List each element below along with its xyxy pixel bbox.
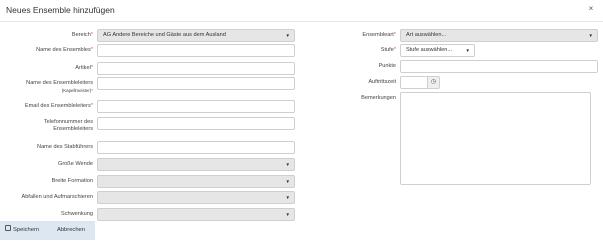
punkte-input[interactable] bbox=[400, 60, 598, 73]
stufe-select[interactable]: Stufe auswählen... ▼ bbox=[400, 44, 475, 57]
leader-name-input[interactable] bbox=[97, 77, 295, 90]
bereich-value: AG Andere Bereiche und Gäste aus dem Aus… bbox=[103, 32, 226, 38]
grosse-wende-select[interactable]: ▼ bbox=[97, 158, 295, 171]
schwenkung-label: Schwenkung bbox=[60, 211, 93, 217]
breite-formation-label: Breite Formation bbox=[51, 178, 93, 184]
cancel-button[interactable]: Abbrechen bbox=[47, 221, 95, 240]
chevron-down-icon: ▼ bbox=[285, 162, 290, 167]
bemerkungen-label: Bemerkungen bbox=[361, 95, 396, 101]
ensemble-name-label: Name des Ensembles* bbox=[36, 47, 93, 53]
leader-email-label: Email des Ensembleleiters* bbox=[24, 103, 93, 109]
leader-name-label: Name des Ensembleleiters (Kapellmeister)* bbox=[26, 80, 93, 93]
save-button[interactable]: Speichern bbox=[0, 221, 46, 240]
ensembleart-value: Art auswählen... bbox=[406, 32, 447, 38]
close-icon[interactable]: × bbox=[585, 3, 597, 15]
artikel-input[interactable] bbox=[97, 62, 295, 75]
stabfuehrer-label: Name des Stabführers bbox=[37, 144, 93, 150]
artikel-label: Artikel* bbox=[75, 65, 93, 71]
chevron-down-icon: ▼ bbox=[285, 195, 290, 200]
chevron-down-icon: ▼ bbox=[465, 48, 470, 53]
schwenkung-select[interactable]: ▼ bbox=[97, 208, 295, 221]
chevron-down-icon: ▼ bbox=[285, 212, 290, 217]
leader-phone-label: Telefonnummer des Ensembleleiters bbox=[43, 119, 93, 132]
punkte-label: Punkte bbox=[378, 63, 396, 69]
stufe-label: Stufe* bbox=[380, 47, 396, 53]
chevron-down-icon: ▼ bbox=[588, 33, 593, 38]
bemerkungen-textarea[interactable] bbox=[400, 92, 591, 185]
abfallen-select[interactable]: ▼ bbox=[97, 191, 295, 204]
breite-formation-select[interactable]: ▼ bbox=[97, 175, 295, 188]
auftrittszeit-label: Auftrittszeit bbox=[368, 79, 396, 85]
grosse-wende-label: Große Wende bbox=[57, 161, 93, 167]
header-divider bbox=[0, 21, 603, 22]
modal-title: Neues Ensemble hinzufügen bbox=[6, 5, 115, 15]
ensembleart-select[interactable]: Art auswählen... ▼ bbox=[400, 29, 598, 42]
auftrittszeit-input[interactable] bbox=[400, 76, 428, 89]
abfallen-label: Abfallen und Aufmarschieren bbox=[21, 194, 93, 200]
clock-icon[interactable]: ◷ bbox=[428, 76, 440, 89]
chevron-down-icon: ▼ bbox=[285, 33, 290, 38]
stabfuehrer-input[interactable] bbox=[97, 141, 295, 154]
save-icon bbox=[5, 225, 11, 232]
leader-phone-input[interactable] bbox=[97, 117, 295, 130]
stufe-value: Stufe auswählen... bbox=[406, 47, 453, 53]
save-label: Speichern bbox=[13, 227, 40, 233]
chevron-down-icon: ▼ bbox=[285, 179, 290, 184]
bereich-select[interactable]: AG Andere Bereiche und Gäste aus dem Aus… bbox=[97, 29, 295, 42]
leader-email-input[interactable] bbox=[97, 100, 295, 113]
ensemble-name-input[interactable] bbox=[97, 44, 295, 57]
ensembleart-label: Ensembleart* bbox=[362, 32, 396, 38]
bereich-label: Bereich* bbox=[71, 32, 93, 38]
